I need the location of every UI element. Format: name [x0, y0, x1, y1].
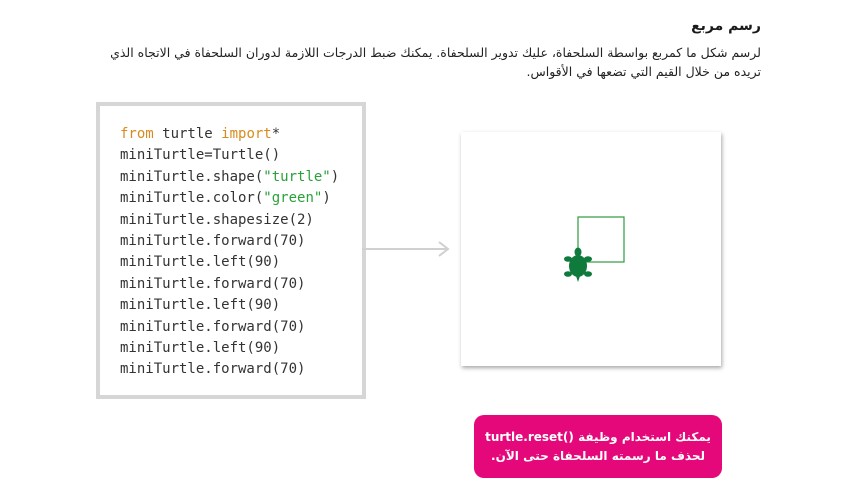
code-paren: ): [330, 168, 340, 185]
code-line-4: miniTurtle.color("green"): [120, 188, 339, 209]
turtle-drawing: [564, 216, 625, 282]
tip-line-1: يمكنك استخدام وظيفة ()turtle.reset: [485, 429, 711, 444]
instruction-paragraph: لرسم شكل ما كمربع بواسطة السلحفاة، عليك …: [110, 45, 761, 79]
code-call: miniTurtle.color(: [120, 190, 264, 207]
code-string: "turtle": [263, 168, 331, 185]
code-line-5: miniTurtle.shapesize(2): [120, 211, 314, 228]
code-line-6: miniTurtle.forward(70): [120, 233, 306, 250]
turtle-icon: [564, 247, 592, 282]
code-line-2: miniTurtle=Turtle(): [120, 147, 281, 164]
code-box: from turtle import* miniTurtle=Turtle() mi…: [96, 102, 366, 399]
tip-box: يمكنك استخدام وظيفة ()turtle.reset لحذف …: [474, 415, 722, 478]
right-arrow-icon: [362, 241, 450, 257]
code-line-9: miniTurtle.left(90): [120, 297, 281, 314]
code-paren: ): [322, 190, 331, 207]
code-line-11: miniTurtle.left(90): [120, 340, 281, 357]
code-line-8: miniTurtle.forward(70): [120, 275, 306, 292]
tip-line-2: لحذف ما رسمته السلحفاة حتى الآن.: [491, 448, 705, 463]
code-star: *: [271, 126, 281, 142]
code-string: "green": [263, 190, 323, 207]
code-line-12: miniTurtle.forward(70): [120, 361, 306, 378]
code-line-10: miniTurtle.forward(70): [120, 318, 306, 335]
code-call: miniTurtle.shape(: [120, 168, 264, 185]
code-line-1: from turtle import*: [120, 124, 339, 145]
section-heading: رسم مربع: [691, 18, 761, 34]
turtle-canvas: [461, 132, 721, 366]
keyword-from: from: [120, 126, 154, 142]
drawn-square: [577, 216, 625, 263]
code-block: from turtle import* miniTurtle=Turtle() mi…: [120, 124, 339, 381]
code-line-3: miniTurtle.shape("turtle"): [120, 167, 339, 188]
code-module: turtle: [153, 126, 222, 142]
keyword-import: import: [221, 126, 272, 142]
code-line-7: miniTurtle.left(90): [120, 254, 281, 271]
